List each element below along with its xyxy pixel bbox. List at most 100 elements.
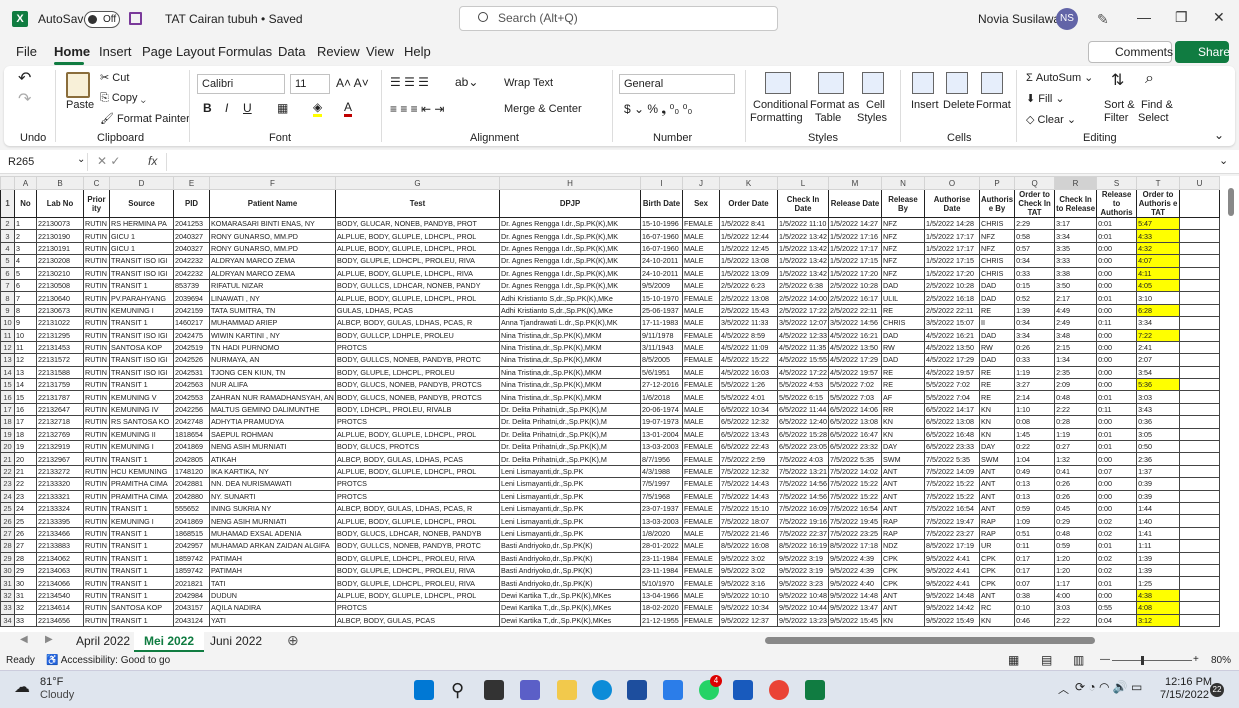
cell[interactable] [1179, 266, 1221, 280]
cell[interactable]: Dr. Agnes Rengga I.dr.,Sp.PK(K),MK [499, 229, 641, 243]
cell[interactable]: 0:17 [1014, 551, 1056, 565]
cell[interactable]: ALPLUE, BODY, GLUPLE, LDHCPL, PROL [335, 514, 500, 528]
cell[interactable]: RUTIN [83, 563, 110, 578]
cut-button[interactable]: ✂ Cut [100, 71, 129, 84]
cell[interactable]: 16-07-1960 [640, 241, 683, 256]
cell[interactable] [1179, 588, 1221, 603]
cell[interactable]: RONY GUNARSO, MM.PD [209, 229, 336, 243]
cell[interactable]: 0:33 [1014, 353, 1056, 367]
cell[interactable]: NENG ASIH MURNIATI [209, 440, 336, 454]
normal-view-icon[interactable]: ▦ [1008, 653, 1019, 667]
cell[interactable]: NFZ [881, 254, 925, 268]
cell[interactable]: 3:43 [1136, 402, 1181, 417]
cell[interactable]: ANT [881, 588, 925, 603]
cell[interactable]: ALBCP, BODY, GULAS, LDHAS, PCAS, R [335, 501, 500, 516]
cell[interactable] [1179, 353, 1221, 367]
cell[interactable]: 2 [14, 229, 37, 243]
cell[interactable] [1179, 365, 1221, 380]
cancel-icon[interactable]: ✕ ✓ [97, 154, 120, 168]
cell[interactable]: 6/5/2022 13:43 [719, 427, 778, 442]
cell[interactable]: RUTIN [83, 539, 110, 553]
copy-button[interactable]: ⎘ Copy ⌄ [100, 92, 146, 105]
row-header[interactable]: 11 [0, 328, 15, 342]
cell[interactable]: 1:09 [1014, 514, 1056, 528]
column-header[interactable]: O [924, 176, 980, 190]
cell[interactable]: 4/5/2022 8:59 [719, 328, 778, 342]
cell[interactable]: ALPLUE, BODY, GLUPLE, LDHCPL, PROL [335, 241, 500, 256]
cell[interactable]: Basti Andriyoko,dr.,Sp.PK(K) [499, 551, 641, 565]
cell[interactable]: 3/5/2022 11:33 [719, 316, 778, 330]
cell[interactable]: 6:28 [1136, 303, 1181, 318]
cell[interactable]: PV.PARAHYANG [109, 291, 174, 305]
cell[interactable]: 0:07 [1014, 576, 1056, 590]
cell[interactable]: 1/5/2022 14:27 [828, 216, 882, 231]
cell[interactable]: 16-07-1960 [640, 229, 683, 243]
cell[interactable]: 0:01 [1096, 390, 1138, 404]
cell[interactable]: 9/5/2022 15:45 [828, 613, 882, 627]
cell[interactable]: 5/5/2022 4:01 [719, 390, 778, 404]
cell[interactable]: 8/5/2022 17:18 [828, 539, 882, 553]
cell[interactable]: ALPLUE, BODY, GLUPLE, LDHCPL, PROL [335, 588, 500, 603]
cell[interactable]: 2042957 [173, 539, 210, 553]
cell[interactable]: RE [978, 390, 1016, 404]
cell[interactable]: MALE [682, 266, 720, 280]
cell[interactable]: 2042256 [173, 402, 210, 417]
cell[interactable] [1179, 501, 1221, 516]
cell[interactable]: 7/5/2022 2:59 [719, 452, 778, 466]
cell[interactable]: 2/5/2022 6:23 [719, 278, 778, 293]
cell[interactable]: Leni Lismayanti,dr.,Sp.PK [499, 501, 641, 516]
comments-button[interactable]: Comments [1088, 41, 1173, 63]
cell[interactable]: RUTIN [83, 551, 110, 565]
cell[interactable]: BODY, GLUPLE, LDHCPL, PROLEU, RIVA [335, 576, 500, 590]
cell[interactable]: 6/5/2022 13:08 [924, 415, 980, 429]
cell[interactable]: 2043124 [173, 613, 210, 627]
cell[interactable]: ZAHRAN NUR RAMADHANSYAH, AN [209, 390, 336, 404]
task-view-icon[interactable] [484, 680, 504, 700]
cell[interactable]: 23-11-1984 [640, 563, 683, 578]
page-layout-view-icon[interactable]: ▤ [1041, 653, 1052, 667]
cell[interactable]: FEMALE [682, 440, 720, 454]
cell[interactable]: 15-10-1996 [640, 216, 683, 231]
cell[interactable]: ALBCP, BODY, GULAS, LDHAS, PCAS [335, 452, 500, 466]
cell[interactable]: Dr. Agnes Rengga I.dr.,Sp.PK(K),MK [499, 241, 641, 256]
cell[interactable]: 22130210 [36, 266, 84, 280]
cell[interactable]: 0:28 [1054, 415, 1098, 429]
cell[interactable]: 22133272 [36, 464, 84, 479]
cell[interactable]: 0:00 [1096, 254, 1138, 268]
cell[interactable]: Basti Andriyoko,dr.,Sp.PK(K) [499, 576, 641, 590]
cell[interactable]: RUTIN [83, 526, 110, 541]
cell[interactable]: MALE [682, 588, 720, 603]
cell[interactable]: 1/8/2020 [640, 526, 683, 541]
cell[interactable]: 0:00 [1096, 328, 1138, 342]
cell[interactable]: 0:51 [1014, 526, 1056, 541]
cell[interactable]: RR [881, 402, 925, 417]
cell[interactable]: 0:02 [1096, 526, 1138, 541]
cell[interactable]: NENG ASIH MURNIATI [209, 514, 336, 528]
cell[interactable]: 7/5/2022 19:16 [777, 514, 829, 528]
cell[interactable]: ALDRYAN MARCO ZEMA [209, 266, 336, 280]
cell[interactable]: 2041253 [173, 216, 210, 231]
cell[interactable]: 7/5/2022 23:27 [924, 526, 980, 541]
cell[interactable]: 2/5/2022 13:08 [719, 291, 778, 305]
cell[interactable]: ANT [881, 489, 925, 504]
cell[interactable]: 19-07-1973 [640, 415, 683, 429]
cell[interactable]: 1/5/2022 17:15 [828, 254, 882, 268]
cell[interactable]: 9/5/2022 14:42 [924, 601, 980, 615]
cell[interactable]: 2:22 [1054, 402, 1098, 417]
cell[interactable]: ANT [978, 489, 1016, 504]
cell[interactable]: 9/5/2022 10:34 [719, 601, 778, 615]
cell[interactable]: UR [978, 539, 1016, 553]
fill-color-icon[interactable]: ◈ [313, 100, 323, 117]
autosave-toggle[interactable]: Off [84, 11, 120, 28]
cell[interactable]: NFZ [978, 229, 1016, 243]
cell[interactable]: Leni Lismayanti,dr.,Sp.PK [499, 464, 641, 479]
cell[interactable]: 4/5/2022 16:21 [828, 328, 882, 342]
column-title[interactable]: Check In to Release [1054, 189, 1098, 218]
cell[interactable]: 8/5/2022 17:19 [924, 539, 980, 553]
cell[interactable]: 1:41 [1136, 526, 1181, 541]
cell[interactable]: TRANSIT ISO IGI [109, 254, 174, 268]
cell[interactable]: 22131787 [36, 390, 84, 404]
cell[interactable]: 0:01 [1096, 427, 1138, 442]
cell[interactable] [1179, 539, 1221, 553]
cell[interactable]: 13-03-2003 [640, 440, 683, 454]
